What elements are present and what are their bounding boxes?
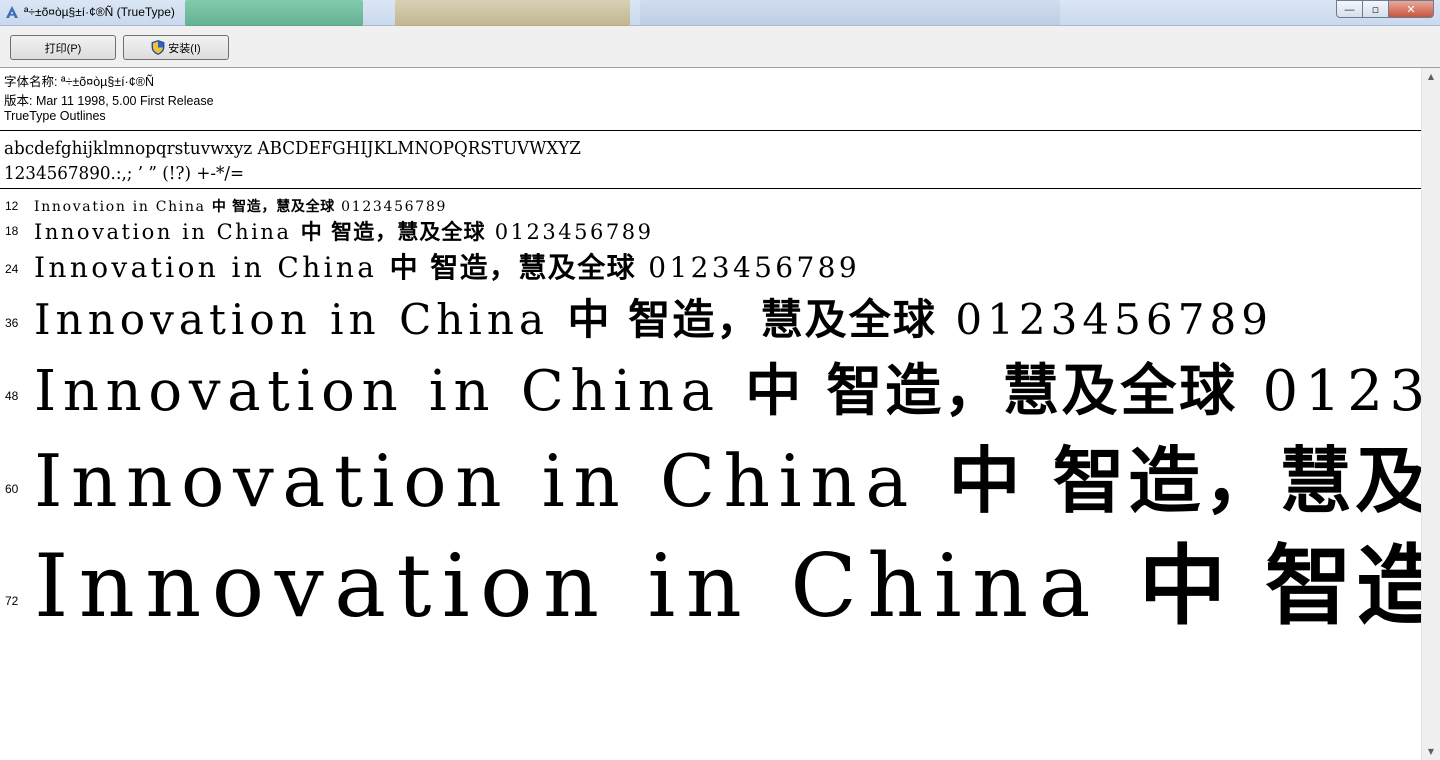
sample-text: Innovation in China 中 智造，慧及全球 0123456789 xyxy=(34,346,1421,427)
sample-size-label: 72 xyxy=(5,594,19,608)
print-button-label: 打印(P) xyxy=(44,42,82,55)
sample-cjk: 中 智造，慧及全球 xyxy=(1138,534,1421,637)
sample-size-label: 36 xyxy=(5,316,19,330)
font-preview-pane: 字体名称: ª÷±õ¤òµ§±í·¢®Ñ 版本: Mar 11 1998, 5.… xyxy=(0,68,1421,760)
sample-text: Innovation in China 中 智造，慧及全球 0123456789 xyxy=(34,286,1273,347)
background-blur xyxy=(640,0,1060,26)
font-outline-line: TrueType Outlines xyxy=(4,109,106,123)
scroll-up-button[interactable]: ▲ xyxy=(1422,68,1440,85)
install-button-label: 安装(I) xyxy=(168,42,201,55)
install-button[interactable]: 安装(I) xyxy=(123,35,229,60)
title-bar: ª÷±õ¤òµ§±í·¢®Ñ (TrueType) — ▫ ✕ xyxy=(0,0,1440,26)
window-controls: — ▫ ✕ xyxy=(1336,0,1434,18)
close-icon: ✕ xyxy=(1406,2,1416,16)
sample-latin: Innovation in China xyxy=(34,199,206,215)
sample-size-label: 18 xyxy=(5,224,19,238)
sample-latin: Innovation in China xyxy=(34,439,917,523)
font-app-icon xyxy=(6,6,18,18)
scroll-down-icon: ▼ xyxy=(1427,747,1435,756)
sample-size-label: 48 xyxy=(5,389,19,403)
sample-latin: Innovation in China xyxy=(34,220,292,244)
background-blur xyxy=(185,0,363,26)
scroll-up-icon: ▲ xyxy=(1427,72,1435,81)
divider xyxy=(0,188,1421,189)
toolbar: 打印(P) 安装(I) xyxy=(0,26,1440,68)
sample-text: Innovation in China 中 智造，慧及全球 0123456789 xyxy=(34,422,1421,527)
sample-digits: 0123456789 xyxy=(648,251,861,284)
sample-text: Innovation in China 中 智造，慧及全球 0123456789 xyxy=(34,216,654,246)
sample-cjk: 中 智造，慧及全球 xyxy=(745,358,1238,424)
charset-letters: abcdefghijklmnopqrstuvwxyz ABCDEFGHIJKLM… xyxy=(4,138,581,159)
sample-size-label: 60 xyxy=(5,482,19,496)
uac-shield-icon xyxy=(151,40,165,55)
sample-cjk: 中 智造，慧及全球 xyxy=(300,219,486,244)
close-button[interactable]: ✕ xyxy=(1388,0,1434,18)
maximize-button[interactable]: ▫ xyxy=(1362,0,1388,18)
vertical-scrollbar[interactable]: ▲ ▼ xyxy=(1421,68,1440,760)
font-version-line: 版本: Mar 11 1998, 5.00 First Release xyxy=(4,94,214,108)
maximize-icon: ▫ xyxy=(1371,2,1380,16)
charset-digits-punctuation: 1234567890.:,; ’ ” (!?) +-*/= xyxy=(4,163,245,184)
font-name-line: 字体名称: ª÷±õ¤òµ§±í·¢®Ñ xyxy=(4,75,154,89)
sample-cjk: 中 智造，慧及全球 xyxy=(567,295,937,344)
minimize-icon: — xyxy=(1344,2,1355,16)
window-title: ª÷±õ¤òµ§±í·¢®Ñ (TrueType) xyxy=(24,5,175,19)
sample-latin: Innovation in China xyxy=(34,535,1101,637)
background-blur xyxy=(395,0,630,26)
divider xyxy=(0,130,1421,131)
sample-digits: 0123456789 xyxy=(494,220,654,244)
sample-text: Innovation in China 中 智造，慧及全球 0123456789 xyxy=(34,196,447,216)
print-button[interactable]: 打印(P) xyxy=(10,35,116,60)
sample-digits: 0123456789 xyxy=(1262,359,1422,424)
sample-text: Innovation in China 中 智造，慧及全球 0123456789 xyxy=(34,246,860,286)
minimize-button[interactable]: — xyxy=(1336,0,1362,18)
sample-latin: Innovation in China xyxy=(34,295,550,344)
sample-latin: Innovation in China xyxy=(34,251,378,284)
sample-cjk: 中 智造，慧及全球 xyxy=(211,199,336,215)
sample-size-label: 24 xyxy=(5,262,19,276)
scroll-down-button[interactable]: ▼ xyxy=(1422,743,1440,760)
sample-text: Innovation in China 中 智造，慧及全球 0123456789 xyxy=(34,516,1421,642)
sample-digits: 0123456789 xyxy=(955,295,1273,344)
sample-size-label: 12 xyxy=(5,199,19,213)
sample-cjk: 中 智造，慧及全球 xyxy=(389,251,636,284)
sample-cjk: 中 智造，慧及全球 xyxy=(948,438,1421,523)
sample-latin: Innovation in China xyxy=(34,359,721,424)
sample-digits: 0123456789 xyxy=(341,199,448,215)
